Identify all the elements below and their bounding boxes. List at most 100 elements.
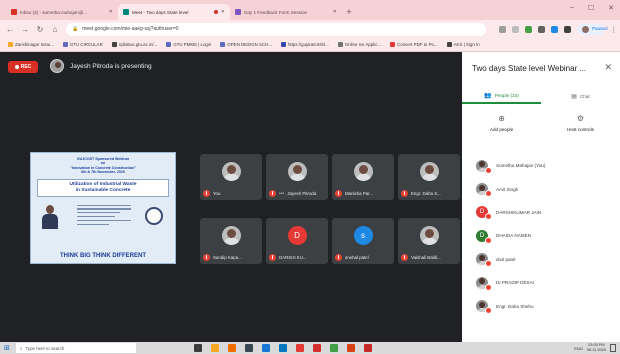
participant-tile[interactable]: You (200, 154, 262, 200)
extension-icon[interactable] (525, 25, 532, 33)
presentation-slide[interactable]: GUJCOST Sponsored Webinar on "Innovation… (30, 152, 176, 264)
participant-tile[interactable]: s snehal patel (332, 218, 394, 264)
extension-icon[interactable] (538, 25, 545, 33)
bookmark-item[interactable]: https://gujaratcmfel... (280, 42, 329, 47)
participant-tile[interactable]: ••• Jayesh Pitroda (266, 154, 328, 200)
taskbar-app-icon[interactable] (347, 344, 355, 352)
url-input[interactable]: 🔒 meet.google.com/mie-aaeg-ssj?authuser=… (66, 22, 486, 36)
favicon-icon (123, 9, 129, 15)
bookmark-item[interactable]: GTU PMMS | Login (166, 42, 211, 47)
bookmark-item[interactable]: Zanshinagar Instu... (8, 42, 54, 47)
bookmark-item[interactable]: OPEN DESIGN SCH... (220, 42, 272, 47)
minimize-button[interactable]: – (570, 4, 574, 12)
bookmark-label: syllabus.gtu.ac.in/... (118, 42, 158, 47)
new-tab-button[interactable]: + (342, 4, 356, 20)
bookmark-icon (111, 42, 117, 47)
add-people-button[interactable]: ⊕ Add people (462, 114, 541, 148)
host-controls-button[interactable]: ⚙ Host controls (541, 114, 620, 148)
list-item[interactable]: Sumetha Mahajan (You) (462, 154, 620, 177)
home-button[interactable]: ⌂ (51, 25, 59, 34)
taskbar-app-icon[interactable] (364, 344, 372, 352)
list-item[interactable]: Amit Singh (462, 177, 620, 200)
slide-body (37, 201, 169, 241)
back-button[interactable]: ← (6, 25, 14, 34)
taskbar-search-input[interactable]: ⌕ Type here to search (16, 343, 136, 353)
participant-tile[interactable]: Manisha Par... (332, 154, 394, 200)
mic-off-icon (269, 190, 276, 197)
tab-chat[interactable]: ▤ Chat (541, 88, 620, 104)
clock[interactable]: 03:03 PM 06-11-2020 (587, 343, 606, 352)
list-item[interactable]: Engr. Daha Shehu (462, 294, 620, 317)
taskbar-app-icon[interactable] (228, 344, 236, 352)
reload-button[interactable]: ↻ (36, 25, 44, 34)
mic-off-icon (335, 190, 342, 197)
close-panel-button[interactable]: ✕ (604, 62, 612, 73)
participant-tile[interactable]: Sandip Kapa... (200, 218, 262, 264)
screen: Inbox (3) - sumetha.mahajan@... ✕ Meet - T… (0, 0, 620, 354)
tray-language[interactable]: ENG (574, 346, 583, 351)
taskbar-app-icon[interactable] (330, 344, 338, 352)
avatar (476, 300, 492, 315)
recording-label: REC (20, 64, 32, 70)
participant-tile[interactable]: Engr. Daha S... (398, 154, 460, 200)
participant-initial: s (353, 226, 373, 245)
bookmark-item[interactable]: Convert PDF to Po... (390, 42, 438, 47)
profile-button[interactable]: Paused (577, 23, 608, 35)
bookmark-label: Convert PDF to Po... (397, 42, 438, 47)
chat-icon: ▤ (571, 93, 577, 100)
close-window-button[interactable]: ✕ (608, 4, 614, 12)
extension-icon[interactable] (499, 25, 506, 33)
presenter-banner: Jayesh Pitroda is presenting (50, 59, 152, 73)
taskbar-app-icon[interactable] (211, 344, 219, 352)
participant-name: Jayesh Pitroda (287, 191, 317, 196)
mic-off-icon (485, 260, 492, 268)
taskbar-app-icon[interactable] (296, 344, 304, 352)
tile-footer: Sandip Kapa... (203, 254, 259, 261)
list-item[interactable]: D DARSHIKUMAR JAIN (462, 201, 620, 224)
close-tab-icon[interactable]: ✕ (109, 9, 113, 15)
puzzle-icon[interactable] (564, 25, 571, 33)
taskbar-app-icon[interactable] (194, 344, 202, 352)
list-item[interactable]: D DHAIDA NAMEN (462, 224, 620, 247)
favicon-icon (11, 9, 17, 15)
participant-photo (353, 162, 373, 181)
close-tab-icon[interactable]: ✕ (333, 9, 337, 15)
participant-photo (419, 162, 439, 181)
windows-start-icon[interactable]: ⊞ (4, 344, 16, 352)
extension-icon[interactable] (551, 25, 558, 33)
avatar (476, 183, 492, 198)
participant-name: Engr. Daha Shehu (496, 303, 534, 309)
more-options-icon[interactable]: ••• (279, 191, 284, 197)
avatar (476, 159, 492, 174)
address-bar-row: ← → ↻ ⌂ 🔒 meet.google.com/mie-aaeg-ssj?a… (0, 20, 620, 38)
browser-tab[interactable]: Day 1 Feedback Form Session ✕ (230, 4, 342, 20)
taskbar-app-icon[interactable] (262, 344, 270, 352)
taskbar-app-icon[interactable] (313, 344, 321, 352)
bookmark-item[interactable]: AKS | Sign In (446, 42, 480, 47)
participant-tile[interactable]: D DARSHI KU... (266, 218, 328, 264)
taskbar-app-icon[interactable] (245, 344, 253, 352)
close-tab-icon[interactable]: ✕ (221, 9, 225, 15)
taskbar-app-icon[interactable] (279, 344, 287, 352)
maximize-button[interactable]: ☐ (588, 4, 594, 12)
tab-people[interactable]: 👥 People (33) (462, 88, 541, 104)
forward-button[interactable]: → (21, 25, 29, 34)
action-label: Host controls (567, 127, 594, 132)
participant-name: Sandip Kapa... (213, 255, 242, 260)
menu-icon[interactable]: ⋮ (610, 26, 617, 34)
presenter-text: Jayesh Pitroda is presenting (70, 62, 152, 70)
bookmark-item[interactable]: syllabus.gtu.ac.in/... (111, 42, 158, 47)
mic-off-icon (203, 254, 210, 261)
host-controls-icon: ⚙ (576, 114, 585, 123)
browser-tab[interactable]: Meet - Two days State level ✕ (118, 4, 230, 20)
notification-icon[interactable] (610, 344, 616, 352)
browser-tab[interactable]: Inbox (3) - sumetha.mahajan@... ✕ (6, 4, 118, 20)
star-icon[interactable] (512, 25, 519, 33)
lock-icon: 🔒 (72, 26, 79, 32)
list-item[interactable]: dixit patel (462, 248, 620, 271)
bookmark-item[interactable]: Online Ice Applic... (337, 42, 381, 47)
bookmark-item[interactable]: GTU CIRCULAR (62, 42, 103, 47)
participant-name: DARSHIKUMAR JAIN (496, 209, 542, 215)
participant-tile[interactable]: Vaishali Baldi... (398, 218, 460, 264)
list-item[interactable]: Dr.PRADIP DESAI (462, 271, 620, 294)
